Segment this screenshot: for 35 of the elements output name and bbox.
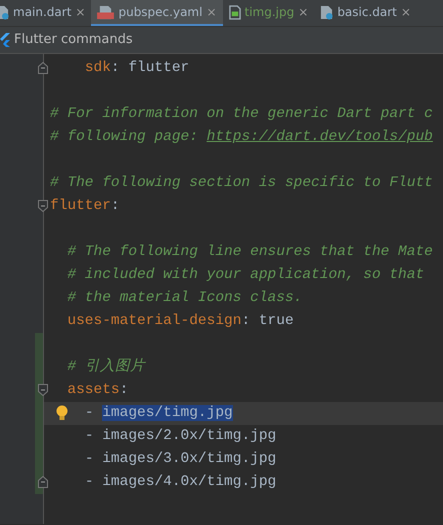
code-text: - xyxy=(84,405,95,421)
file-tab[interactable]: main.dart × xyxy=(0,0,92,26)
file-icon xyxy=(320,4,334,20)
code-line: - images/2.0x/timg.jpg xyxy=(84,428,276,444)
file-tab[interactable]: basic.dart × xyxy=(314,0,417,26)
code-line: # The following line ensures that the Mate xyxy=(67,244,433,260)
code-line: - images/3.0x/timg.jpg xyxy=(84,451,276,467)
file-icon xyxy=(97,4,114,20)
fold-icon[interactable] xyxy=(38,200,48,212)
code-line: flutter: xyxy=(50,198,120,214)
code-line: assets: xyxy=(67,382,128,398)
fold-icon[interactable] xyxy=(38,384,48,396)
close-icon[interactable]: × xyxy=(400,3,411,21)
flutter-logo-icon xyxy=(0,33,10,47)
selected-text: images/timg.jpg xyxy=(102,405,233,421)
close-icon[interactable]: × xyxy=(206,3,217,21)
code-line: # The following section is specific to Flutt xyxy=(50,175,433,191)
code-line: - images/4.0x/timg.jpg xyxy=(84,474,276,490)
file-tab[interactable]: timg.jpg × xyxy=(222,0,314,26)
lightbulb-icon[interactable] xyxy=(56,405,68,421)
code-line: # the material Icons class. xyxy=(67,290,302,306)
code-text: # following page: xyxy=(50,129,199,145)
link[interactable]: https://dart.dev/tools/pub xyxy=(206,129,433,145)
code-line: # For information on the generic Dart part c xyxy=(50,106,433,122)
file-tab[interactable]: pubspec.yaml × xyxy=(91,0,223,26)
code-line: sdk: flutter xyxy=(84,60,190,76)
code-line: # included with your application, so that xyxy=(67,267,424,283)
fold-icon[interactable] xyxy=(38,476,48,488)
code-line: uses-material-design: true xyxy=(67,313,294,329)
close-icon[interactable]: × xyxy=(298,3,308,21)
code-line: # 引入图片 xyxy=(67,359,145,375)
toolbar-title: Flutter commands xyxy=(14,31,133,50)
fold-icon[interactable] xyxy=(38,62,48,74)
image-file-icon xyxy=(228,4,241,20)
close-icon[interactable]: × xyxy=(75,3,86,21)
